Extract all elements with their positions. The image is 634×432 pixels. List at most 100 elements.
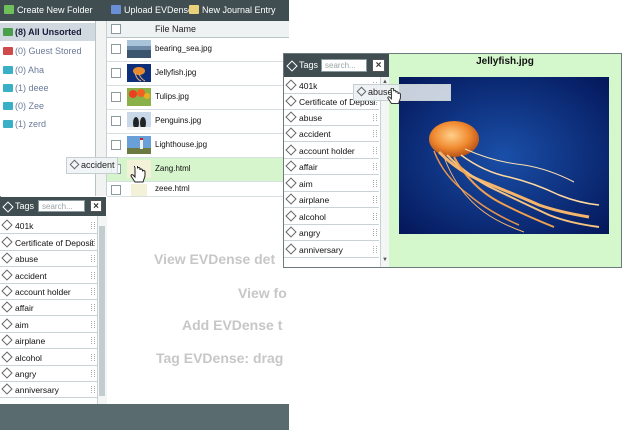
drag-grip-icon[interactable] [373, 130, 377, 137]
file-row[interactable]: Jellyfish.jpg [107, 62, 289, 86]
tag-item[interactable]: alcohol [0, 350, 97, 366]
tags-search-input[interactable]: search... [38, 200, 85, 212]
drag-grip-icon[interactable] [91, 239, 95, 246]
create-folder-button[interactable]: Create New Folder [4, 0, 93, 21]
file-name: Tulips.jpg [155, 92, 189, 101]
drag-grip-icon[interactable] [91, 337, 95, 344]
tag-item[interactable]: account holder [284, 143, 379, 159]
tag-icon [285, 111, 297, 123]
tag-icon [285, 79, 297, 91]
tag-item[interactable]: airplane [0, 333, 97, 349]
drag-grip-icon[interactable] [91, 255, 95, 262]
drag-grip-icon[interactable] [373, 180, 377, 187]
tag-item[interactable]: anniversary [0, 382, 97, 398]
tag-icon [1, 318, 13, 330]
hand-cursor-icon [130, 166, 146, 183]
tag-item[interactable]: angry [0, 366, 97, 382]
folder-icon [3, 47, 13, 55]
file-name: bearing_sea.jpg [155, 44, 212, 53]
file-checkbox[interactable] [111, 140, 121, 150]
folder-icon [3, 102, 13, 110]
file-row[interactable]: Tulips.jpg [107, 86, 289, 110]
tags-panel-header: Tags search... × [0, 197, 106, 216]
drag-grip-icon[interactable] [373, 213, 377, 220]
help-line: View EVDense det [154, 251, 276, 267]
folder-item[interactable]: (0) Guest Stored [0, 42, 95, 60]
drag-grip-icon[interactable] [91, 222, 95, 229]
drag-grip-icon[interactable] [373, 246, 377, 253]
select-all-checkbox[interactable] [111, 24, 121, 34]
tag-item[interactable]: angry [284, 225, 379, 241]
drag-grip-icon[interactable] [373, 114, 377, 121]
file-list-header: File Name [107, 21, 289, 38]
tag-icon [1, 285, 13, 297]
tag-item[interactable]: abuse [0, 251, 97, 267]
file-thumbnail [127, 136, 151, 154]
file-row[interactable]: Lighthouse.jpg [107, 134, 289, 158]
folder-add-icon [4, 5, 14, 14]
folder-item[interactable]: (0) Zee [0, 97, 95, 115]
tag-icon [1, 334, 13, 346]
tag-item[interactable]: abuse [284, 110, 379, 126]
folder-item[interactable]: (1) zerd [0, 115, 95, 133]
folder-icon [3, 120, 13, 128]
dragged-tag-accident[interactable]: accident [66, 157, 118, 174]
file-name-column-header[interactable]: File Name [155, 24, 196, 34]
tag-item[interactable]: account holder [0, 284, 97, 300]
scrollbar-thumb[interactable] [99, 226, 105, 396]
popup-tags-search-input[interactable]: search... [321, 59, 367, 72]
tag-icon [1, 269, 13, 281]
tag-icon [1, 383, 13, 395]
tag-icon [69, 159, 80, 170]
tag-icon [1, 252, 13, 264]
tag-item[interactable]: affair [284, 159, 379, 175]
file-name: Penguins.jpg [155, 116, 202, 125]
help-line: View fo [238, 285, 287, 301]
file-checkbox[interactable] [111, 68, 121, 78]
close-icon[interactable]: × [90, 200, 102, 212]
tag-icon [1, 367, 13, 379]
file-checkbox[interactable] [111, 116, 121, 126]
tag-item[interactable]: airplane [284, 192, 379, 208]
tag-item[interactable]: aim [0, 317, 97, 333]
tag-icon [285, 177, 297, 189]
file-thumbnail [127, 64, 151, 82]
tag-item[interactable]: accident [0, 268, 97, 284]
file-checkbox[interactable] [111, 92, 121, 102]
drag-grip-icon[interactable] [91, 321, 95, 328]
tag-icon [1, 351, 13, 363]
drag-grip-icon[interactable] [91, 370, 95, 377]
drag-grip-icon[interactable] [91, 354, 95, 361]
file-checkbox[interactable] [111, 44, 121, 54]
file-row[interactable]: bearing_sea.jpg [107, 38, 289, 62]
drag-grip-icon[interactable] [373, 163, 377, 170]
tag-item[interactable]: 401k [0, 218, 97, 234]
tag-icon [1, 236, 13, 248]
drag-grip-icon[interactable] [373, 196, 377, 203]
tag-item[interactable]: Certificate of Deposit [0, 235, 97, 251]
scroll-down-icon[interactable]: ▼ [382, 257, 388, 263]
tag-item[interactable]: aim [284, 176, 379, 192]
drag-grip-icon[interactable] [91, 304, 95, 311]
tag-item[interactable]: anniversary [284, 242, 379, 258]
file-row[interactable]: Penguins.jpg [107, 110, 289, 134]
tag-item[interactable]: accident [284, 126, 379, 142]
tag-item[interactable]: alcohol [284, 209, 379, 225]
drag-grip-icon[interactable] [373, 147, 377, 154]
close-icon[interactable]: × [372, 59, 385, 72]
tags-scrollbar[interactable] [97, 216, 107, 404]
file-checkbox[interactable] [111, 185, 121, 195]
new-journal-button[interactable]: New Journal Entry [189, 0, 276, 21]
folder-item[interactable]: (0) Aha [0, 61, 95, 79]
file-thumbnail [127, 40, 151, 58]
drag-grip-icon[interactable] [91, 386, 95, 393]
folder-item[interactable]: (1) deee [0, 79, 95, 97]
tag-icon [285, 144, 297, 156]
tag-item[interactable]: affair [0, 300, 97, 316]
upload-button[interactable]: Upload EVDense [111, 0, 193, 21]
tag-icon [285, 226, 297, 238]
drag-grip-icon[interactable] [91, 288, 95, 295]
drag-grip-icon[interactable] [91, 272, 95, 279]
folder-item[interactable]: (8) All Unsorted [0, 23, 95, 41]
drag-grip-icon[interactable] [373, 229, 377, 236]
